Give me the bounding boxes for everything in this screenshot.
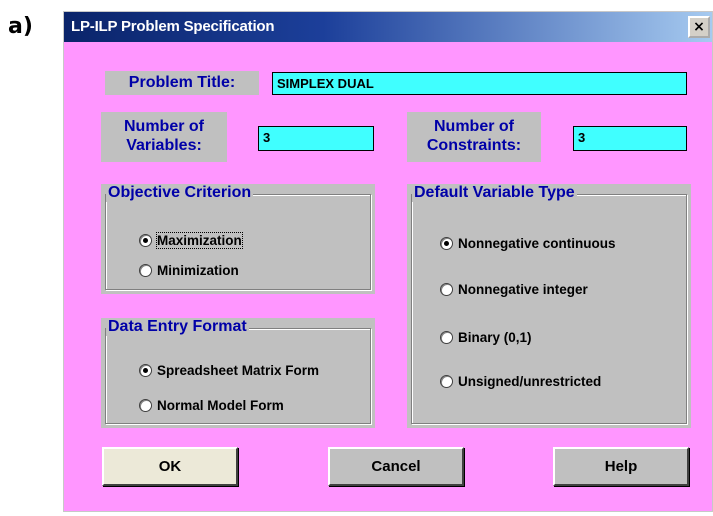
radio-binary[interactable]: Binary (0,1) — [440, 330, 532, 345]
default-variable-type-title: Default Variable Type — [412, 184, 577, 202]
title-bar[interactable]: LP-ILP Problem Specification × — [64, 12, 712, 42]
radio-label: Minimization — [157, 263, 239, 278]
number-of-constraints-input[interactable]: 3 — [573, 126, 687, 151]
radio-nonnegative-continuous[interactable]: Nonnegative continuous — [440, 236, 616, 251]
group-frame — [411, 194, 687, 424]
default-variable-type-group: Default Variable Type Nonnegative contin… — [407, 184, 691, 428]
problem-title-label: Problem Title: — [105, 71, 259, 95]
radio-nonnegative-integer[interactable]: Nonnegative integer — [440, 282, 588, 297]
radio-checked-icon — [440, 237, 453, 250]
radio-checked-icon — [139, 364, 152, 377]
ok-button[interactable]: OK — [102, 447, 238, 486]
close-icon: × — [693, 19, 705, 35]
radio-label: Nonnegative integer — [458, 282, 588, 297]
close-button[interactable]: × — [688, 16, 710, 38]
number-of-constraints-label: Number of Constraints: — [407, 112, 541, 162]
radio-unchecked-icon — [139, 264, 152, 277]
radio-unsigned-unrestricted[interactable]: Unsigned/unrestricted — [440, 374, 601, 389]
variables-label-line2: Variables: — [126, 137, 202, 154]
radio-label: Binary (0,1) — [458, 330, 532, 345]
radio-unchecked-icon — [440, 331, 453, 344]
radio-label: Maximization — [156, 232, 243, 249]
window-title: LP-ILP Problem Specification — [71, 18, 275, 35]
radio-checked-icon — [139, 234, 152, 247]
radio-maximization[interactable]: Maximization — [139, 232, 243, 249]
radio-label: Unsigned/unrestricted — [458, 374, 602, 389]
number-of-variables-label: Number of Variables: — [101, 112, 227, 162]
radio-normal-model-form[interactable]: Normal Model Form — [139, 398, 284, 413]
constraints-label-line2: Constraints: — [426, 137, 522, 154]
radio-unchecked-icon — [440, 375, 453, 388]
problem-specification-dialog: LP-ILP Problem Specification × Problem T… — [63, 11, 713, 512]
radio-unchecked-icon — [139, 399, 152, 412]
objective-criterion-title: Objective Criterion — [106, 184, 254, 202]
variables-label-line1: Number of — [124, 118, 204, 135]
radio-unchecked-icon — [440, 283, 453, 296]
problem-title-input[interactable]: SIMPLEX DUAL — [272, 72, 687, 95]
help-button[interactable]: Help — [553, 447, 689, 486]
figure-label: a) — [8, 14, 33, 39]
radio-label: Nonnegative continuous — [458, 236, 616, 251]
radio-label: Spreadsheet Matrix Form — [157, 363, 320, 378]
objective-criterion-group: Objective Criterion Maximization Minimiz… — [101, 184, 375, 294]
radio-minimization[interactable]: Minimization — [139, 263, 239, 278]
radio-label: Normal Model Form — [157, 398, 284, 413]
number-of-variables-input[interactable]: 3 — [258, 126, 374, 151]
data-entry-format-group: Data Entry Format Spreadsheet Matrix For… — [101, 318, 375, 428]
constraints-label-line1: Number of — [434, 118, 514, 135]
radio-spreadsheet-matrix-form[interactable]: Spreadsheet Matrix Form — [139, 363, 319, 378]
data-entry-format-title: Data Entry Format — [106, 318, 249, 336]
cancel-button[interactable]: Cancel — [328, 447, 464, 486]
